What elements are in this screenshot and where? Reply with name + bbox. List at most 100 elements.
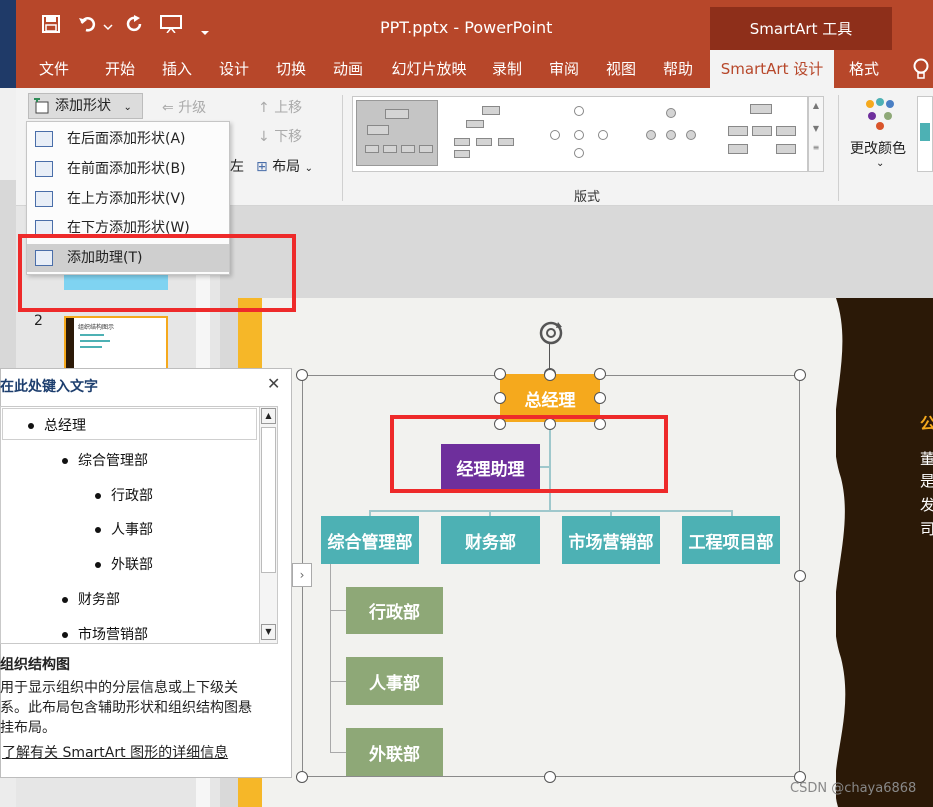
slide-right-panel [826,298,933,807]
add-before-icon [35,161,53,177]
connector-sub-1 [330,610,346,611]
left-collapse-edge [0,180,16,368]
layout-circle-picture-thumb[interactable] [540,100,622,166]
smartart-tools-header: SmartArt 工具 [710,7,892,50]
move-down-button[interactable]: ↓ 下移 [258,126,302,146]
slide-2-thumbnail[interactable]: 组织结构图示 [64,316,168,376]
ribbon-separator-2 [838,95,839,201]
frame-handle[interactable] [296,369,308,381]
layout-name-title-org-thumb[interactable] [448,100,530,166]
undo-icon[interactable] [78,15,98,38]
connector-sub-vertical [330,563,331,753]
resize-handle[interactable] [494,368,506,380]
layout-hierarchy-thumb[interactable] [720,100,802,166]
tab-home[interactable]: 开始 [96,50,144,88]
tab-record[interactable]: 录制 [483,50,531,88]
slide-side-text-3: 发 [920,496,933,514]
frame-handle[interactable] [794,570,806,582]
change-colors-button[interactable]: 更改颜色 [850,138,906,158]
undo-dropdown-icon[interactable] [103,20,113,34]
tab-view[interactable]: 视图 [597,50,645,88]
text-pane-scrollbar[interactable]: ▲ ▼ [259,407,277,643]
rotate-handle-stem [549,344,550,370]
layout-label: 布局 [272,159,301,175]
tab-file[interactable]: 文件 [30,50,78,88]
layout-description-body: 用于显示组织中的分层信息或上下级关系。此布局包含辅助形状和组织结构图悬挂布局。 [0,680,252,736]
change-colors-dropdown-icon[interactable]: ⌄ [876,158,884,169]
gallery-scroll[interactable]: ▲ ▼ ≡ [808,96,824,172]
chevron-down-icon: ⌄ [123,102,132,113]
resize-handle[interactable] [594,368,606,380]
text-pane-item[interactable]: 行政部 [95,485,153,505]
text-pane-item[interactable]: 人事部 [95,519,153,539]
document-title: PPT.pptx - PowerPoint [380,18,553,37]
slide-side-text-1: 董 [920,450,933,468]
tab-design[interactable]: 设计 [210,50,258,88]
close-icon[interactable]: ✕ [267,374,280,393]
promote-label: 升级 [178,100,207,116]
layout-button[interactable]: ⊞ 布局 ⌄ [256,156,313,176]
tab-insert[interactable]: 插入 [153,50,201,88]
node-dept-1[interactable]: 综合管理部 [321,516,419,564]
layout-description-title: 组织结构图 [0,657,70,673]
redo-icon[interactable] [126,15,144,38]
add-after-icon [35,131,53,147]
tab-review[interactable]: 审阅 [540,50,588,88]
text-pane-title: 在此处键入文字 [0,379,98,395]
node-subdept-2[interactable]: 人事部 [346,657,443,705]
frame-handle[interactable] [794,369,806,381]
lightbulb-icon[interactable] [912,58,930,84]
add-shape-label: 添加形状 [55,98,111,114]
tab-slideshow[interactable]: 幻灯片放映 [381,50,477,88]
slide-side-text-2: 是 [920,472,933,490]
tab-help[interactable]: 帮助 [654,50,702,88]
frame-handle[interactable] [544,771,556,783]
smartart-help-link[interactable]: 了解有关 SmartArt 图形的详细信息 [2,742,228,762]
layout-org-chart-thumb[interactable] [356,100,438,166]
text-pane-toggle[interactable]: › [292,563,312,587]
move-up-label: 上移 [274,100,303,116]
tab-transitions[interactable]: 切换 [267,50,315,88]
tab-format[interactable]: 格式 [840,50,888,88]
node-subdept-3[interactable]: 外联部 [346,728,443,776]
palette-icon [862,98,898,138]
node-dept-4[interactable]: 工程项目部 [682,516,780,564]
resize-handle[interactable] [594,392,606,404]
connector-sub-2 [330,681,346,682]
node-dept-2[interactable]: 财务部 [441,516,540,564]
presentation-icon[interactable] [160,15,182,38]
text-pane-item[interactable]: 市场营销部 [62,624,148,644]
tab-animations[interactable]: 动画 [324,50,372,88]
background-window-edge [0,0,16,88]
add-shape-icon [33,96,49,118]
highlight-assistant-node [390,415,668,493]
node-subdept-1[interactable]: 行政部 [346,587,443,634]
ribbon-separator [342,95,343,201]
text-pane-item[interactable]: 总经理 [28,415,86,435]
layout-half-circle-thumb[interactable] [632,100,714,166]
connector-sub-3 [330,752,346,753]
right-to-left-button[interactable]: 左 [230,156,244,176]
smartart-styles-gallery[interactable] [917,96,933,172]
frame-handle[interactable] [544,369,556,381]
connector-dept-horizontal [369,510,733,512]
menu-add-shape-above[interactable]: 在上方添加形状(V) [27,185,229,213]
text-pane-item[interactable]: 综合管理部 [62,450,148,470]
highlight-add-assistant [18,234,296,312]
move-down-label: 下移 [274,129,303,145]
menu-add-shape-after[interactable]: 在后面添加形状(A) [27,125,229,153]
customize-qat-icon[interactable] [200,21,210,42]
add-above-icon [35,191,53,207]
menu-add-shape-before[interactable]: 在前面添加形状(B) [27,155,229,183]
rotate-handle-icon[interactable] [536,318,566,352]
text-pane-item[interactable]: 外联部 [95,554,153,574]
text-pane-item[interactable]: 财务部 [62,589,120,609]
resize-handle[interactable] [494,392,506,404]
node-dept-3[interactable]: 市场营销部 [562,516,660,564]
frame-handle[interactable] [296,771,308,783]
save-icon[interactable] [42,15,60,38]
promote-button[interactable]: ⇐ 升级 [162,97,206,117]
slide-2-thumbnail-title: 组织结构图示 [78,324,115,331]
move-up-button[interactable]: ↑ 上移 [258,97,302,117]
tab-smartart-design[interactable]: SmartArt 设计 [710,50,834,88]
